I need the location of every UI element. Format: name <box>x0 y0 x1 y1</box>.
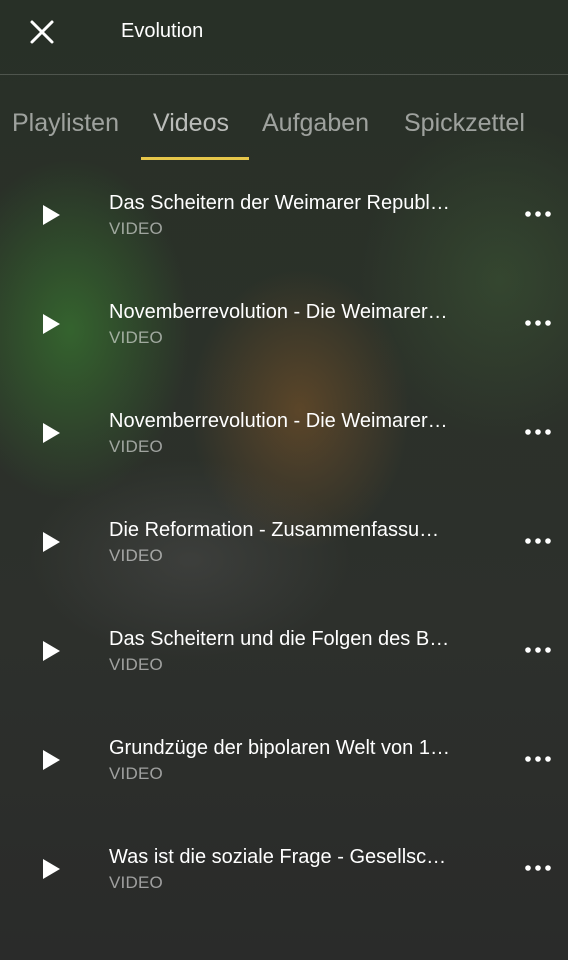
more-options-button[interactable] <box>520 313 556 333</box>
list-item[interactable]: Grundzüge der bipolaren Welt von 1… VIDE… <box>0 705 568 814</box>
video-type-label: VIDEO <box>109 873 163 892</box>
tab-bar: Playlisten Videos Aufgaben Spickzettel <box>0 95 568 161</box>
video-title: Grundzüge der bipolaren Welt von 1… <box>109 737 450 759</box>
play-icon[interactable] <box>40 204 62 226</box>
more-options-button[interactable] <box>520 422 556 442</box>
more-dots-icon <box>525 647 551 653</box>
play-icon[interactable] <box>40 531 62 553</box>
list-item[interactable]: Das Scheitern der Weimarer Republ… VIDEO <box>0 160 568 269</box>
more-dots-icon <box>525 211 551 217</box>
list-item[interactable]: Was ist die soziale Frage - Gesellsc… VI… <box>0 814 568 923</box>
video-title: Novemberrevolution - Die Weimarer… <box>109 301 448 323</box>
tab-videos[interactable]: Videos <box>153 109 229 138</box>
more-options-button[interactable] <box>520 749 556 769</box>
more-options-button[interactable] <box>520 204 556 224</box>
close-button[interactable] <box>22 12 62 52</box>
tab-aufgaben[interactable]: Aufgaben <box>262 109 369 138</box>
close-icon <box>30 20 54 44</box>
video-title: Novemberrevolution - Die Weimarer… <box>109 410 448 432</box>
more-dots-icon <box>525 320 551 326</box>
video-title: Das Scheitern und die Folgen des B… <box>109 628 450 650</box>
play-icon[interactable] <box>40 640 62 662</box>
page-title: Evolution <box>121 20 204 42</box>
more-options-button[interactable] <box>520 858 556 878</box>
video-type-label: VIDEO <box>109 764 163 783</box>
list-item[interactable]: Novemberrevolution - Die Weimarer… VIDEO <box>0 378 568 487</box>
video-type-label: VIDEO <box>109 655 163 674</box>
top-bar: Evolution <box>0 0 568 75</box>
play-icon[interactable] <box>40 749 62 771</box>
play-icon[interactable] <box>40 313 62 335</box>
play-icon[interactable] <box>40 858 62 880</box>
video-title: Das Scheitern der Weimarer Republ… <box>109 192 450 214</box>
more-options-button[interactable] <box>520 531 556 551</box>
video-title: Die Reformation - Zusammenfassu… <box>109 519 440 541</box>
more-dots-icon <box>525 756 551 762</box>
video-type-label: VIDEO <box>109 219 163 238</box>
tab-playlisten[interactable]: Playlisten <box>12 109 119 138</box>
play-icon[interactable] <box>40 422 62 444</box>
video-type-label: VIDEO <box>109 437 163 456</box>
list-item[interactable]: Die Reformation - Zusammenfassu… VIDEO <box>0 487 568 596</box>
list-item[interactable]: Das Scheitern und die Folgen des B… VIDE… <box>0 596 568 705</box>
tab-spickzettel[interactable]: Spickzettel <box>404 109 525 138</box>
list-item[interactable]: Novemberrevolution - Die Weimarer… VIDEO <box>0 269 568 378</box>
video-type-label: VIDEO <box>109 546 163 565</box>
more-options-button[interactable] <box>520 640 556 660</box>
video-type-label: VIDEO <box>109 328 163 347</box>
more-dots-icon <box>525 538 551 544</box>
more-dots-icon <box>525 865 551 871</box>
video-title: Was ist die soziale Frage - Gesellsc… <box>109 846 447 868</box>
more-dots-icon <box>525 429 551 435</box>
